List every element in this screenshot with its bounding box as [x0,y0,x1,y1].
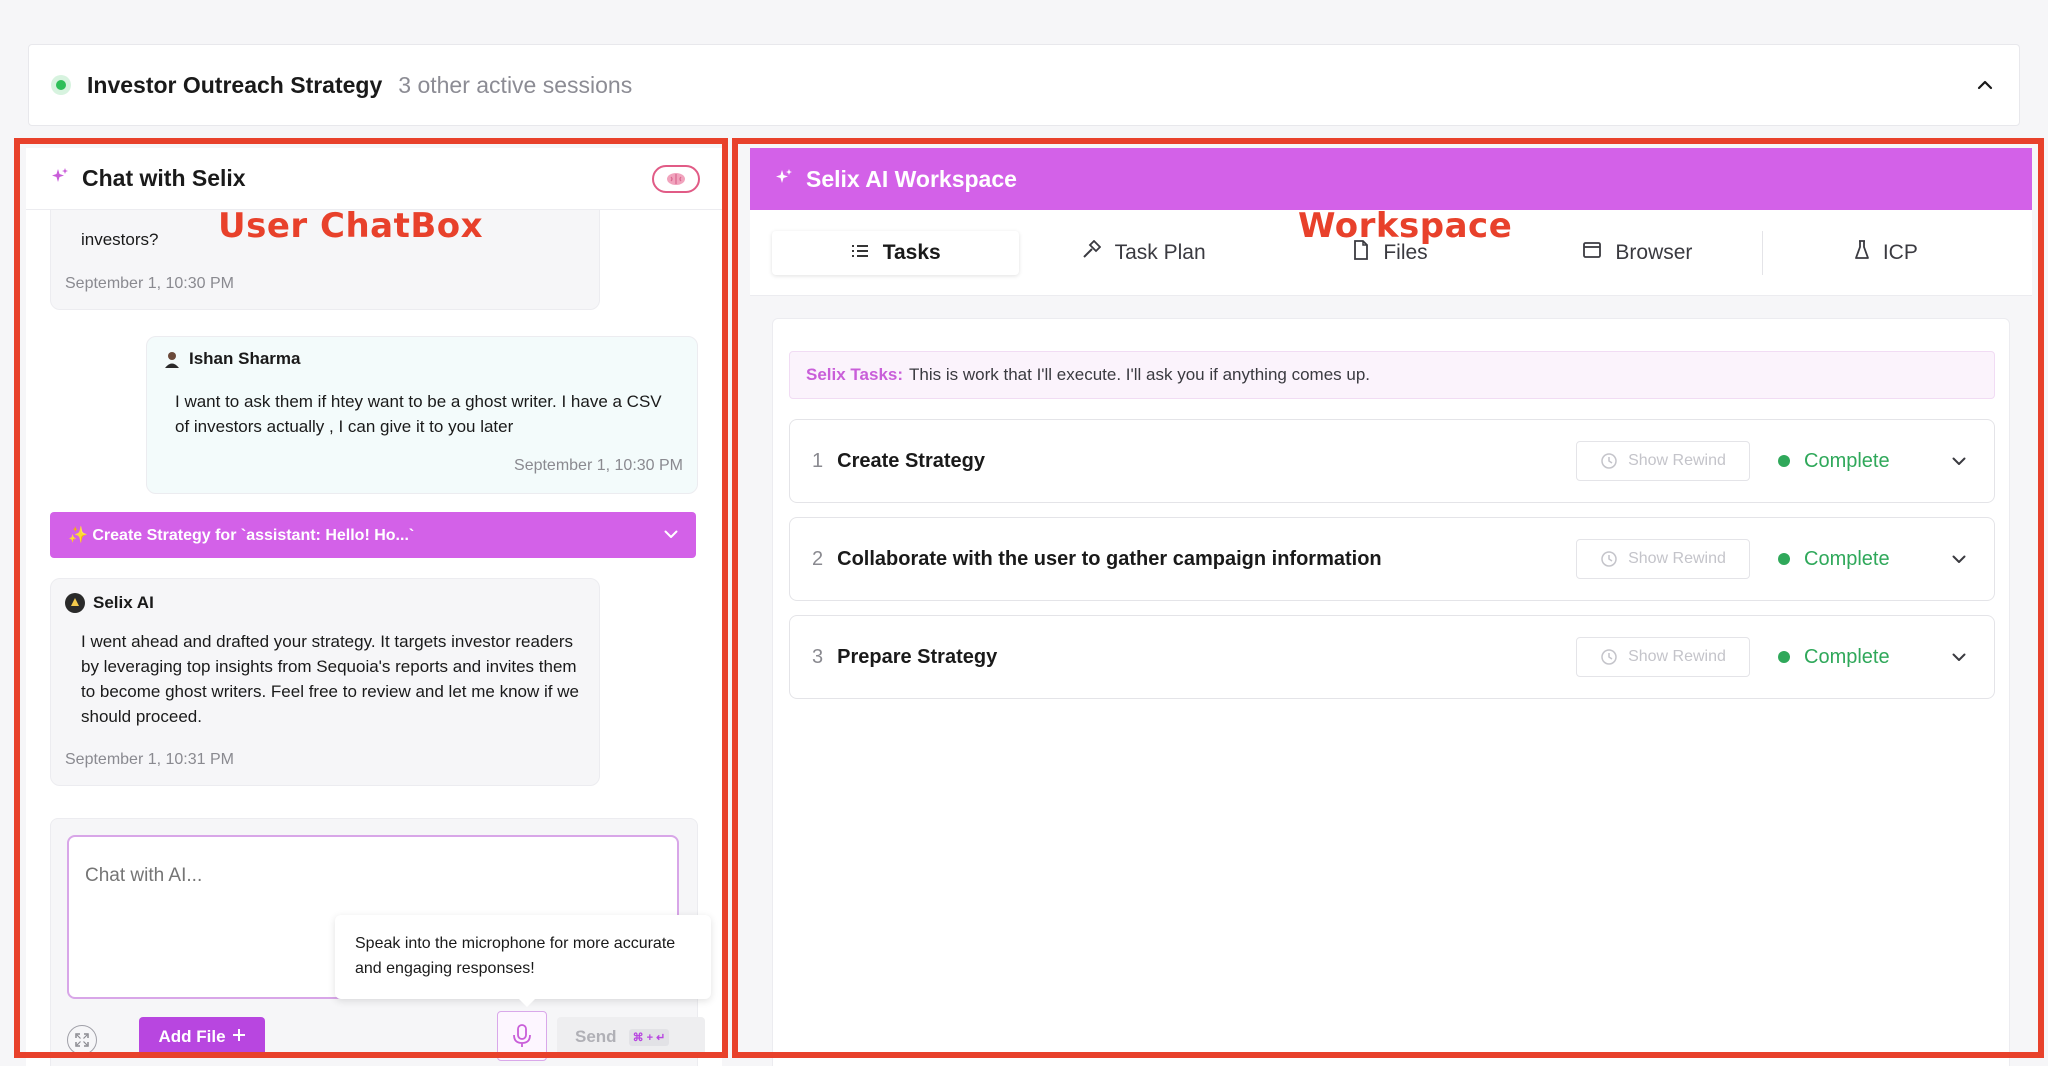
tab-label: Task Plan [1114,240,1206,264]
chevron-down-icon[interactable] [1946,457,1972,466]
browser-icon [1583,241,1602,265]
hammer-icon [1081,239,1101,266]
sparkle-icon [50,166,70,191]
message-text: I went ahead and drafted your strategy. … [81,632,579,726]
task-number: 1 [812,449,824,472]
tasks-banner: Selix Tasks: This is work that I'll exec… [789,351,1995,399]
expand-icon[interactable] [67,1025,97,1055]
status-badge: Complete [1778,646,1928,669]
send-button[interactable]: Send ⌘ + ↵ [557,1017,705,1057]
history-icon [1601,551,1617,567]
other-sessions-link[interactable]: 3 other active sessions [398,72,632,99]
chevron-down-icon[interactable] [1946,555,1972,564]
plus-icon [232,1027,246,1047]
workspace-title: Selix AI Workspace [806,165,1017,192]
chat-panel: Chat with Selix investors? September 1, … [26,148,722,1066]
tab-label: Browser [1615,240,1693,264]
strategy-accordion-label: ✨ Create Strategy for `assistant: Hello!… [68,527,415,544]
message-time: September 1, 10:30 PM [514,457,683,474]
tab-tasks[interactable]: Tasks [772,230,1020,275]
send-label: Send [575,1027,617,1046]
workspace-header: Selix AI Workspace [750,148,2032,210]
add-file-label: Add File [158,1027,226,1046]
message-text: investors? [81,230,159,249]
selix-avatar [65,593,85,613]
session-bar[interactable]: Investor Outreach Strategy 3 other activ… [28,44,2020,126]
rewind-label: Show Rewind [1628,550,1726,567]
chat-header: Chat with Selix [26,148,722,210]
message-time: September 1, 10:30 PM [65,275,234,292]
assistant-message: Selix AI I went ahead and drafted your s… [50,578,600,786]
message-author: Ishan Sharma [163,349,301,369]
add-file-button[interactable]: Add File [139,1017,265,1057]
list-icon [851,241,869,265]
status-label: Complete [1804,547,1890,570]
send-shortcut: ⌘ + ↵ [628,1028,670,1046]
active-status-icon [51,75,71,95]
task-name: Create Strategy [837,449,985,472]
tab-label: ICP [1882,240,1918,264]
status-label: Complete [1804,449,1890,472]
composer: Speak into the microphone for more accur… [50,818,711,1066]
strategy-accordion[interactable]: ✨ Create Strategy for `assistant: Hello!… [50,512,696,558]
chevron-down-icon[interactable] [664,526,678,544]
message-text: I want to ask them if htey want to be a … [175,392,662,436]
rewind-label: Show Rewind [1628,648,1726,665]
chevron-up-icon[interactable] [1973,73,1997,97]
task-name: Collaborate with the user to gather camp… [837,547,1382,570]
sparkle-icon [774,167,794,192]
workspace-annotation-label: Workspace [1298,206,1513,246]
chat-messages[interactable]: investors? September 1, 10:30 PM Ishan S… [26,210,722,1066]
task-number: 2 [812,547,824,570]
status-badge: Complete [1778,450,1928,473]
show-rewind-button[interactable]: Show Rewind [1576,637,1750,677]
status-badge: Complete [1778,548,1928,571]
task-number: 3 [812,645,824,668]
tab-label: Tasks [882,240,941,264]
microphone-tooltip: Speak into the microphone for more accur… [335,915,711,1007]
microphone-button[interactable] [497,1011,547,1061]
show-rewind-button[interactable]: Show Rewind [1576,441,1750,481]
user-message: Ishan Sharma I want to ask them if htey … [146,336,698,494]
brain-toggle-button[interactable] [652,164,700,193]
task-row[interactable]: 1 Create Strategy Show Rewind Complete [789,419,1995,503]
tab-browser[interactable]: Browser [1514,231,1761,275]
tab-task-plan[interactable]: Task Plan [1019,231,1266,275]
chevron-down-icon[interactable] [1946,653,1972,662]
task-row[interactable]: 3 Prepare Strategy Show Rewind Complete [789,615,1995,699]
user-name: Ishan Sharma [189,349,301,368]
microphone-icon [513,1024,531,1047]
rewind-label: Show Rewind [1628,452,1726,469]
show-rewind-button[interactable]: Show Rewind [1576,539,1750,579]
tab-icp[interactable]: ICP [1763,231,2010,275]
flask-icon [1854,239,1869,266]
message-time: September 1, 10:31 PM [65,751,234,768]
session-title: Investor Outreach Strategy [87,71,383,98]
assistant-name: Selix AI [93,593,154,612]
tasks-banner-text: This is work that I'll execute. I'll ask… [909,365,1370,384]
message-author: Selix AI [65,593,154,613]
status-label: Complete [1804,645,1890,668]
chatbox-annotation-label: User ChatBox [218,206,484,246]
history-icon [1601,453,1617,469]
tasks-banner-prefix: Selix Tasks: [806,365,904,384]
history-icon [1601,649,1617,665]
workspace-panel: Selix AI Workspace Tasks Task Plan Files… [750,148,2032,1066]
chat-title: Chat with Selix [82,165,246,191]
user-avatar [163,350,181,368]
task-name: Prepare Strategy [837,645,998,668]
tasks-panel: Selix Tasks: This is work that I'll exec… [772,318,2010,1066]
task-row[interactable]: 2 Collaborate with the user to gather ca… [789,517,1995,601]
